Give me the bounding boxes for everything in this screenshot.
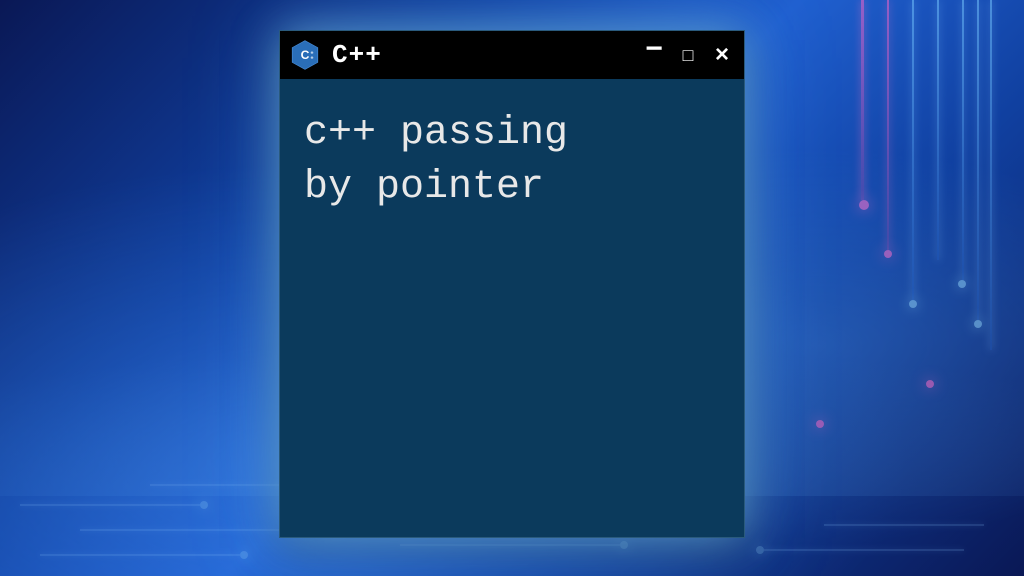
- minimize-button[interactable]: −: [642, 34, 666, 64]
- window-title: C++: [332, 40, 632, 70]
- cpp-icon: C + +: [288, 38, 322, 72]
- terminal-window: C + + C++ − □ × c++ passing by pointer: [279, 30, 745, 538]
- window-controls: − □ ×: [642, 40, 734, 70]
- maximize-button[interactable]: □: [676, 46, 700, 64]
- terminal-content: c++ passing by pointer: [280, 79, 744, 537]
- close-button[interactable]: ×: [710, 43, 734, 67]
- svg-text:+: +: [311, 55, 314, 61]
- titlebar[interactable]: C + + C++ − □ ×: [280, 31, 744, 79]
- svg-text:C: C: [301, 48, 310, 62]
